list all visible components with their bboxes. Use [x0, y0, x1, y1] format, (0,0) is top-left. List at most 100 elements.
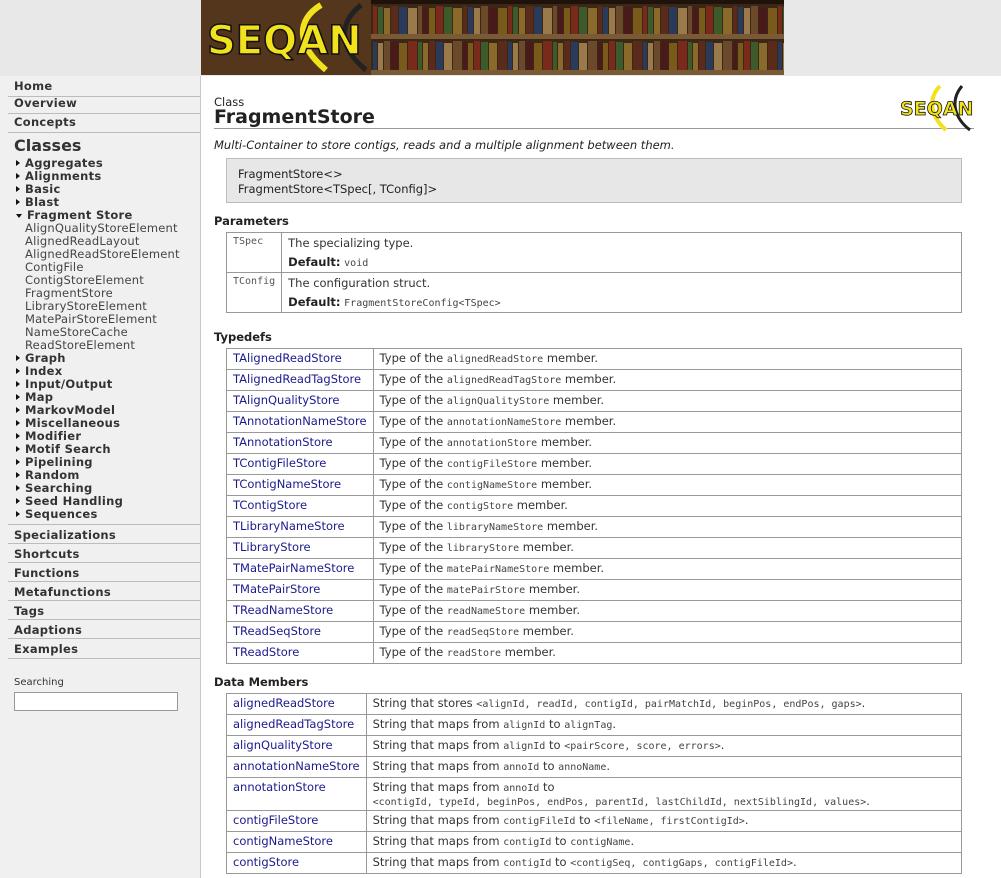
data-member-link[interactable]: contigNameStore: [233, 834, 333, 848]
triangle-right-icon: [16, 498, 20, 504]
typedef-link[interactable]: TMatePairStore: [233, 582, 320, 596]
typedef-link[interactable]: TContigNameStore: [233, 477, 341, 491]
sidebar-group[interactable]: Blast: [16, 195, 59, 209]
code-fragment: alignTag: [564, 720, 613, 731]
svg-text:SEQAN: SEQAN: [207, 18, 362, 64]
sidebar-group[interactable]: Index: [16, 364, 62, 378]
sidebar-subitem[interactable]: AlignedReadStoreElement: [25, 247, 180, 261]
sidebar-subitem[interactable]: NameStoreCache: [25, 325, 128, 339]
sidebar-group[interactable]: MarkovModel: [16, 403, 115, 417]
typedef-member: libraryNameStore: [446, 522, 544, 533]
sidebar-item-tags[interactable]: Tags: [14, 604, 200, 618]
sidebar-item-examples[interactable]: Examples: [14, 642, 200, 656]
typedef-prefix: Type of the: [379, 372, 444, 386]
sidebar-divider: [8, 524, 200, 525]
sidebar-group[interactable]: Miscellaneous: [16, 416, 120, 430]
sidebar-group[interactable]: Aggregates: [16, 156, 103, 170]
sidebar-subitem[interactable]: AlignedReadLayout: [25, 234, 140, 248]
typedef-link[interactable]: TMatePairNameStore: [233, 561, 354, 575]
sidebar-subitem[interactable]: ContigStoreElement: [25, 273, 144, 287]
data-member-link[interactable]: alignedReadStore: [233, 696, 335, 710]
typedef-name-cell: TMatePairNameStore: [226, 558, 374, 580]
sidebar-group[interactable]: Map: [16, 390, 53, 404]
typedef-link[interactable]: TReadSeqStore: [233, 624, 321, 638]
sidebar-group[interactable]: Pipelining: [16, 455, 93, 469]
typedef-suffix: member.: [540, 477, 593, 491]
data-member-link[interactable]: alignedReadTagStore: [233, 717, 354, 731]
typedef-link[interactable]: TAlignedReadStore: [233, 351, 342, 365]
data-member-description: String that maps from annoId to annoName…: [365, 756, 963, 778]
typedef-link[interactable]: TAlignedReadTagStore: [233, 372, 361, 386]
sidebar-group[interactable]: Sequences: [16, 507, 98, 521]
search-input[interactable]: [14, 692, 178, 711]
sidebar-item-metafunctions[interactable]: Metafunctions: [14, 585, 200, 599]
typedef-suffix: member.: [522, 624, 574, 638]
description-text: String that maps from: [372, 813, 504, 827]
sidebar-classes-title[interactable]: Classes: [14, 136, 81, 155]
data-member-row: annotationStore String that maps from ann…: [226, 777, 963, 811]
sidebar-group[interactable]: Basic: [16, 182, 61, 196]
sidebar-item-overview[interactable]: Overview: [14, 96, 200, 110]
sidebar-subitem[interactable]: LibraryStoreElement: [25, 299, 147, 313]
typedef-prefix: Type of the: [379, 603, 444, 617]
sidebar-group[interactable]: Graph: [16, 351, 66, 365]
typedef-link[interactable]: TContigFileStore: [233, 456, 326, 470]
data-member-link[interactable]: contigStore: [233, 855, 299, 869]
sidebar-item-adaptions[interactable]: Adaptions: [14, 623, 200, 637]
sidebar-group-label: Blast: [25, 195, 60, 209]
parameter-default: Default: void: [288, 255, 955, 269]
typedef-name-cell: TReadNameStore: [226, 600, 374, 622]
typedef-link[interactable]: TAnnotationNameStore: [233, 414, 367, 428]
sidebar-group[interactable]: Modifier: [16, 429, 81, 443]
data-member-description: String that maps from contigId to contig…: [365, 831, 963, 853]
data-member-link[interactable]: annotationStore: [233, 780, 326, 794]
data-member-row: alignedReadStore String that stores <alig…: [226, 693, 963, 715]
typedef-description: Type of the alignQualityStore member.: [372, 390, 963, 412]
typedefs-heading: Typedefs: [214, 330, 272, 344]
triangle-right-icon: [16, 446, 20, 452]
typedef-suffix: member.: [522, 540, 574, 554]
description-text: to: [539, 759, 559, 773]
data-member-row: alignQualityStore String that maps from a…: [226, 735, 963, 757]
sidebar-group[interactable]: Fragment Store: [16, 208, 133, 222]
sidebar-item-shortcuts[interactable]: Shortcuts: [14, 547, 200, 561]
sidebar-subitem[interactable]: ReadStoreElement: [25, 338, 135, 352]
typedef-link[interactable]: TContigStore: [233, 498, 307, 512]
sidebar-subitem[interactable]: AlignQualityStoreElement: [25, 221, 178, 235]
triangle-right-icon: [16, 394, 20, 400]
sidebar-group[interactable]: Input/Output: [16, 377, 113, 391]
sidebar-group[interactable]: Searching: [16, 481, 93, 495]
banner-image: SEQAN: [201, 0, 784, 75]
sidebar-subitem[interactable]: FragmentStore: [25, 286, 113, 300]
sidebar-item-home[interactable]: Home: [14, 79, 200, 93]
sidebar-group[interactable]: Seed Handling: [16, 494, 123, 508]
description-text: to: [551, 855, 571, 869]
typedef-link[interactable]: TLibraryNameStore: [233, 519, 345, 533]
typedef-link[interactable]: TReadStore: [233, 645, 299, 659]
data-member-link[interactable]: alignQualityStore: [233, 738, 333, 752]
typedef-link[interactable]: TReadNameStore: [233, 603, 333, 617]
typedef-link[interactable]: TAlignQualityStore: [233, 393, 339, 407]
data-member-link[interactable]: contigFileStore: [233, 813, 318, 827]
sidebar-group[interactable]: Alignments: [16, 169, 102, 183]
typedef-suffix: member.: [540, 435, 593, 449]
sidebar-group[interactable]: Motif Search: [16, 442, 111, 456]
sidebar-subitem[interactable]: ContigFile: [25, 260, 84, 274]
sidebar-subitem[interactable]: MatePairStoreElement: [25, 312, 157, 326]
typedef-member: readStore: [446, 648, 502, 659]
sidebar-group[interactable]: Random: [16, 468, 80, 482]
data-member-link[interactable]: annotationNameStore: [233, 759, 360, 773]
typedef-name-cell: TReadStore: [226, 642, 374, 664]
sidebar-item-functions[interactable]: Functions: [14, 566, 200, 580]
sidebar-item-specializations[interactable]: Specializations: [14, 528, 200, 542]
sidebar-item-concepts[interactable]: Concepts: [14, 115, 200, 129]
typedef-suffix: member.: [552, 393, 605, 407]
typedef-name-cell: TMatePairStore: [226, 579, 374, 601]
description-text: String that maps from: [372, 834, 504, 848]
typedef-link[interactable]: TAnnotationStore: [233, 435, 333, 449]
typedef-description: Type of the readSeqStore member.: [372, 621, 963, 643]
typedef-row: TAnnotationStore Type of the annotationSt…: [226, 432, 963, 454]
typedef-link[interactable]: TLibraryStore: [233, 540, 311, 554]
typedef-description: Type of the matePairStore member.: [372, 579, 963, 601]
typedef-prefix: Type of the: [379, 645, 444, 659]
